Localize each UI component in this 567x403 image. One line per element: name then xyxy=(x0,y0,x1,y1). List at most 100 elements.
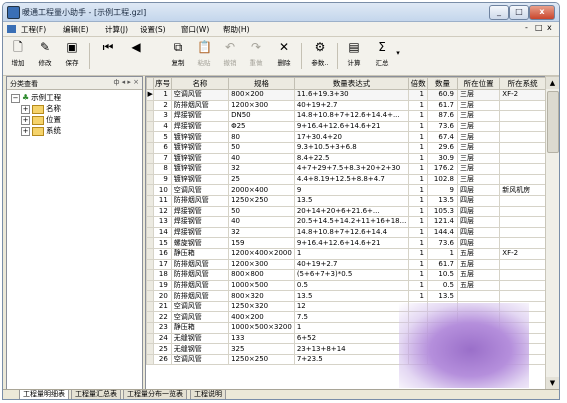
expand-icon[interactable]: + xyxy=(21,126,30,136)
table-cell[interactable]: 32 xyxy=(228,226,295,239)
tree-node-system[interactable]: + 系统 xyxy=(21,125,61,136)
row-indicator[interactable] xyxy=(146,205,155,218)
table-cell[interactable] xyxy=(499,131,546,143)
table-cell[interactable]: 焊接钢管 xyxy=(170,110,230,122)
table-cell[interactable]: 三层 xyxy=(456,163,501,175)
row-indicator[interactable] xyxy=(146,247,155,260)
table-row[interactable]: 5 镀锌钢管 80 17+30.4+20 1 67.4 三层 xyxy=(146,131,546,143)
tab-quantity-summary[interactable]: 工程量汇总表 xyxy=(71,390,121,399)
table-cell[interactable]: 15 xyxy=(153,237,172,249)
table-cell[interactable]: 9 xyxy=(153,173,172,186)
table-cell[interactable] xyxy=(499,163,546,175)
table-cell[interactable]: 133 xyxy=(228,332,295,345)
menu-project[interactable]: 工程(F) xyxy=(21,24,46,35)
table-cell[interactable]: 80 xyxy=(228,131,295,143)
table-cell[interactable]: 18 xyxy=(153,269,172,281)
tab-project-notes[interactable]: 工程说明 xyxy=(190,390,226,399)
table-row[interactable]: 6 镀锌钢管 50 9.3+10.5+3+6.8 1 29.6 三层 xyxy=(146,141,546,154)
table-cell[interactable]: 50 xyxy=(228,205,295,218)
table-cell[interactable]: 三层 xyxy=(456,99,501,112)
table-cell[interactable]: 1 xyxy=(408,141,428,154)
expand-icon[interactable]: + xyxy=(21,104,30,114)
table-cell[interactable]: 1 xyxy=(426,247,458,260)
table-cell[interactable]: 空调风管 xyxy=(170,89,230,101)
table-cell[interactable]: 1 xyxy=(408,173,428,186)
column-header[interactable]: 所在系统 xyxy=(499,77,546,90)
table-cell[interactable]: 1 xyxy=(408,247,428,260)
table-cell[interactable]: 新风机房 xyxy=(499,184,546,196)
table-cell[interactable]: 159 xyxy=(228,237,295,249)
table-cell[interactable]: 10.5 xyxy=(426,269,458,281)
table-cell[interactable]: 6+52 xyxy=(293,332,410,345)
table-cell[interactable]: 32 xyxy=(228,163,295,175)
prev-record-button[interactable]: ◀ xyxy=(123,40,149,72)
copy-button[interactable]: ⧉ 复制 xyxy=(165,40,191,72)
table-cell[interactable]: 1 xyxy=(408,131,428,143)
table-cell[interactable]: 20.5+14.5+14.2+11+16+18... xyxy=(293,216,410,228)
table-cell[interactable]: 25 xyxy=(153,343,172,355)
row-indicator[interactable] xyxy=(146,163,155,175)
menu-calc[interactable]: 计算(J) xyxy=(105,24,128,35)
table-cell[interactable]: 1 xyxy=(408,205,428,218)
table-cell[interactable]: 防排烟风管 xyxy=(170,258,230,271)
table-cell[interactable]: 9+16.4+12.6+14.6+21 xyxy=(293,237,410,249)
table-cell[interactable]: 1 xyxy=(408,269,428,281)
column-header[interactable]: 数量表达式 xyxy=(293,77,410,90)
table-cell[interactable]: 镀锌钢管 xyxy=(170,152,230,165)
table-cell[interactable]: 21 xyxy=(153,300,172,313)
table-cell[interactable]: 61.7 xyxy=(426,99,458,112)
table-cell[interactable]: 3 xyxy=(153,110,172,122)
table-cell[interactable]: 11 xyxy=(153,194,172,207)
table-cell[interactable]: 30.9 xyxy=(426,152,458,165)
row-indicator[interactable] xyxy=(146,343,155,355)
tree-node-root[interactable]: − ♣ 示例工程 xyxy=(11,92,61,103)
table-cell[interactable]: 三层 xyxy=(456,131,501,143)
table-cell[interactable]: 67.4 xyxy=(426,131,458,143)
table-cell[interactable]: 121.4 xyxy=(426,216,458,228)
row-indicator[interactable] xyxy=(146,99,155,112)
table-cell[interactable]: 四层 xyxy=(456,194,501,207)
table-cell[interactable]: 1 xyxy=(408,152,428,165)
table-cell[interactable]: 四层 xyxy=(456,216,501,228)
table-cell[interactable] xyxy=(499,269,546,281)
table-cell[interactable]: 三层 xyxy=(456,89,501,101)
table-cell[interactable]: 五层 xyxy=(456,279,501,292)
table-cell[interactable]: 1 xyxy=(408,110,428,122)
table-cell[interactable]: 镀锌钢管 xyxy=(170,163,230,175)
table-cell[interactable]: 10 xyxy=(153,184,172,196)
scroll-thumb[interactable] xyxy=(547,91,559,153)
table-cell[interactable]: 静压箱 xyxy=(170,322,230,334)
row-indicator[interactable] xyxy=(146,311,155,324)
table-cell[interactable]: 11.6+19.3+30 xyxy=(293,89,410,101)
table-cell[interactable]: 20 xyxy=(153,290,172,302)
table-cell[interactable]: 4 xyxy=(153,120,172,133)
table-cell[interactable]: 12 xyxy=(293,300,410,313)
table-cell[interactable]: 6 xyxy=(153,141,172,154)
table-cell[interactable]: 800×320 xyxy=(228,290,295,302)
table-cell[interactable]: 空调风管 xyxy=(170,353,230,366)
table-cell[interactable] xyxy=(456,290,501,302)
table-cell[interactable]: 800×200 xyxy=(228,89,295,101)
table-cell[interactable] xyxy=(499,216,546,228)
table-cell[interactable]: 四层 xyxy=(456,237,501,249)
table-cell[interactable]: 五层 xyxy=(456,258,501,271)
scroll-down-icon[interactable]: ▼ xyxy=(546,377,559,389)
table-row[interactable]: 14 焊接钢管 32 14.8+10.8+7+12.6+14.4 1 144.4 四层 xyxy=(146,226,546,239)
table-cell[interactable]: 17+30.4+20 xyxy=(293,131,410,143)
table-cell[interactable]: 9 xyxy=(293,184,410,196)
tree-node-name[interactable]: + 名称 xyxy=(21,103,61,114)
table-cell[interactable]: 防排烟风管 xyxy=(170,290,230,302)
row-indicator[interactable] xyxy=(146,141,155,154)
first-record-button[interactable]: ⏮ xyxy=(95,40,121,72)
row-indicator[interactable] xyxy=(146,194,155,207)
scroll-up-icon[interactable]: ▲ xyxy=(546,77,559,89)
table-cell[interactable]: 50 xyxy=(228,141,295,154)
menu-edit[interactable]: 编辑(E) xyxy=(63,24,89,35)
table-cell[interactable]: 1250×250 xyxy=(228,194,295,207)
row-indicator[interactable] xyxy=(146,300,155,313)
table-cell[interactable]: 102.8 xyxy=(426,173,458,186)
row-indicator[interactable] xyxy=(146,173,155,186)
table-cell[interactable]: 1 xyxy=(408,290,428,302)
table-cell[interactable] xyxy=(499,152,546,165)
table-cell[interactable]: 105.3 xyxy=(426,205,458,218)
